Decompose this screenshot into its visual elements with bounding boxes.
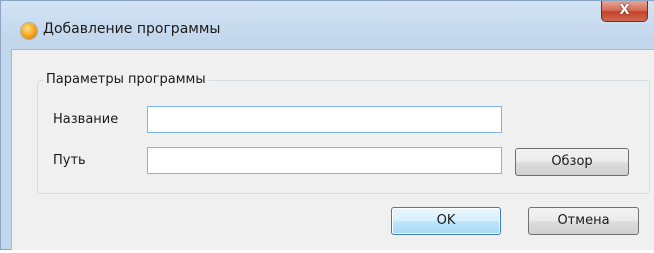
ok-button[interactable]: OK	[391, 207, 501, 235]
path-field[interactable]	[147, 147, 502, 174]
dialog-window: Добавление программы X Параметры програм…	[0, 0, 654, 250]
group-legend: Параметры программы	[43, 72, 209, 87]
dialog-client-area: Параметры программы Название Путь Обзор …	[11, 49, 654, 250]
name-field[interactable]	[147, 106, 502, 133]
cancel-button[interactable]: Отмена	[528, 207, 639, 235]
app-orb-icon	[21, 23, 37, 39]
title-bar: Добавление программы X	[1, 1, 654, 49]
program-parameters-group: Параметры программы	[37, 72, 650, 194]
browse-button[interactable]: Обзор	[515, 148, 629, 176]
name-label: Название	[53, 112, 119, 127]
close-button[interactable]: X	[601, 1, 648, 22]
window-title: Добавление программы	[43, 21, 221, 37]
path-label: Путь	[53, 153, 86, 168]
